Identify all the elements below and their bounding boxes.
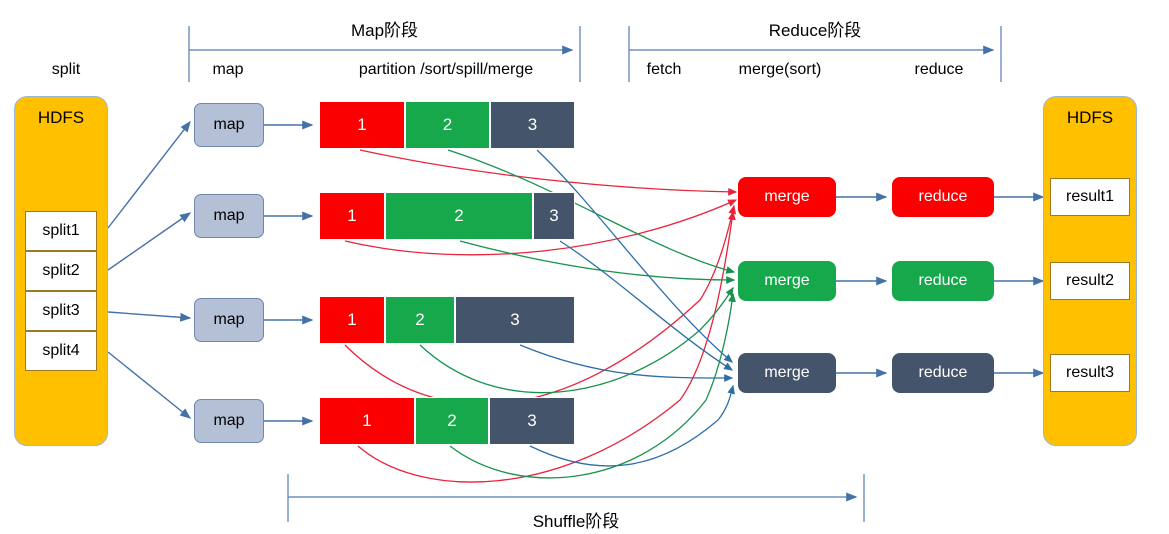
reduce-phase-title: Reduce阶段 [768,21,862,40]
split-cell-1[interactable]: split1 [25,211,97,251]
output-hdfs-title: HDFS [1066,108,1114,127]
partition-segment-2[interactable]: 2 [385,296,455,344]
partition-segment-1[interactable]: 1 [319,397,415,445]
map-node-2[interactable]: map [194,194,264,238]
result-cell-2[interactable]: result2 [1050,262,1130,300]
map-node-4[interactable]: map [194,399,264,443]
merge-node-1[interactable]: merge [738,177,836,217]
split-cell-3[interactable]: split3 [25,291,97,331]
result-cell-1[interactable]: result1 [1050,178,1130,216]
partition-bar-4: 1 2 3 [319,397,581,445]
stage-label-split: split [51,61,81,78]
partition-bar-3: 1 2 3 [319,296,581,344]
partition-bar-1: 1 2 3 [319,101,581,149]
stage-label-map: map [212,61,244,78]
merge-node-2[interactable]: merge [738,261,836,301]
stage-label-merge-sort: merge(sort) [738,61,822,78]
input-hdfs-title: HDFS [37,108,85,127]
map-node-1[interactable]: map [194,103,264,147]
reduce-node-2[interactable]: reduce [892,261,994,301]
split-cell-2[interactable]: split2 [25,251,97,291]
partition-segment-1[interactable]: 1 [319,296,385,344]
map-phase-title: Map阶段 [350,21,419,40]
result-cell-3[interactable]: result3 [1050,354,1130,392]
partition-segment-2[interactable]: 2 [385,192,533,240]
partition-segment-1[interactable]: 1 [319,101,405,149]
stage-label-fetch: fetch [646,61,682,78]
partition-segment-3[interactable]: 3 [490,101,575,149]
shuffle-phase-title: Shuffle阶段 [532,512,620,531]
map-node-3[interactable]: map [194,298,264,342]
partition-segment-3[interactable]: 3 [489,397,575,445]
stage-label-reduce: reduce [914,61,964,78]
partition-segment-2[interactable]: 2 [415,397,489,445]
merge-node-3[interactable]: merge [738,353,836,393]
split-cell-4[interactable]: split4 [25,331,97,371]
partition-segment-2[interactable]: 2 [405,101,490,149]
partition-bar-2: 1 2 3 [319,192,581,240]
stage-label-partition: partition /sort/spill/merge [358,61,534,78]
partition-segment-1[interactable]: 1 [319,192,385,240]
reduce-node-3[interactable]: reduce [892,353,994,393]
partition-segment-3[interactable]: 3 [533,192,575,240]
reduce-node-1[interactable]: reduce [892,177,994,217]
partition-segment-3[interactable]: 3 [455,296,575,344]
mapreduce-diagram: Map阶段 Reduce阶段 Shuffle阶段 split map parti… [0,0,1169,534]
